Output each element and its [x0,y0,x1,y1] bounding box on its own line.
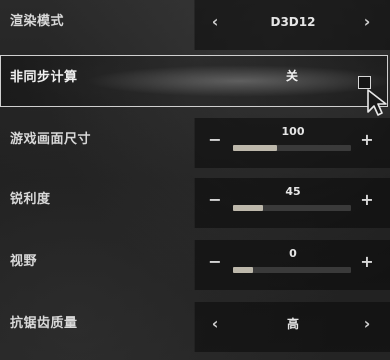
slider-control: − 100 + [194,118,390,168]
slider-value: 45 [285,185,301,198]
setting-row-fov[interactable]: 视野 − 0 + [0,240,390,294]
minus-icon[interactable]: − [205,190,225,210]
slider-track[interactable] [233,267,351,273]
settings-panel: 渲染模式 ‹ D3D12 › 非同步计算 关 游戏画面尺寸 − 100 + 锐利… [0,0,390,360]
slider-fill [233,205,263,211]
plus-icon[interactable]: + [357,130,377,150]
minus-icon[interactable]: − [205,252,225,272]
setting-label: 抗锯齿质量 [10,316,78,331]
chevron-left-icon[interactable]: ‹ [205,12,225,32]
setting-label: 非同步计算 [10,70,78,85]
mouse-pointer-icon [367,89,387,116]
selector-value: 高 [286,317,299,331]
setting-label: 渲染模式 [10,14,65,29]
setting-label: 锐利度 [10,192,51,207]
slider-track[interactable] [233,205,351,211]
setting-label: 游戏画面尺寸 [10,132,92,147]
selector-value: D3D12 [270,15,316,29]
plus-icon[interactable]: + [357,190,377,210]
slider-control: − 0 + [194,240,390,290]
slider-track[interactable] [233,145,351,151]
selector-control: ‹ 高 › [194,302,390,352]
slider-control: − 45 + [194,178,390,228]
slider-fill [233,267,254,273]
setting-label: 视野 [10,254,38,269]
selector-control: ‹ D3D12 › [194,0,390,50]
chevron-right-icon[interactable]: › [357,314,377,334]
setting-row-sharpness[interactable]: 锐利度 − 45 + [0,178,390,232]
minus-icon[interactable]: − [205,130,225,150]
setting-row-render-mode[interactable]: 渲染模式 ‹ D3D12 › [0,0,390,54]
setting-row-async-compute[interactable]: 非同步计算 关 [0,54,390,108]
setting-row-aa-quality[interactable]: 抗锯齿质量 ‹ 高 › [0,302,390,356]
slider-value: 0 [289,247,297,260]
chevron-left-icon[interactable]: ‹ [205,314,225,334]
setting-row-screen-size[interactable]: 游戏画面尺寸 − 100 + [0,118,390,172]
chevron-right-icon[interactable]: › [357,12,377,32]
slider-value: 100 [281,125,305,138]
slider-fill [233,145,277,151]
plus-icon[interactable]: + [357,252,377,272]
